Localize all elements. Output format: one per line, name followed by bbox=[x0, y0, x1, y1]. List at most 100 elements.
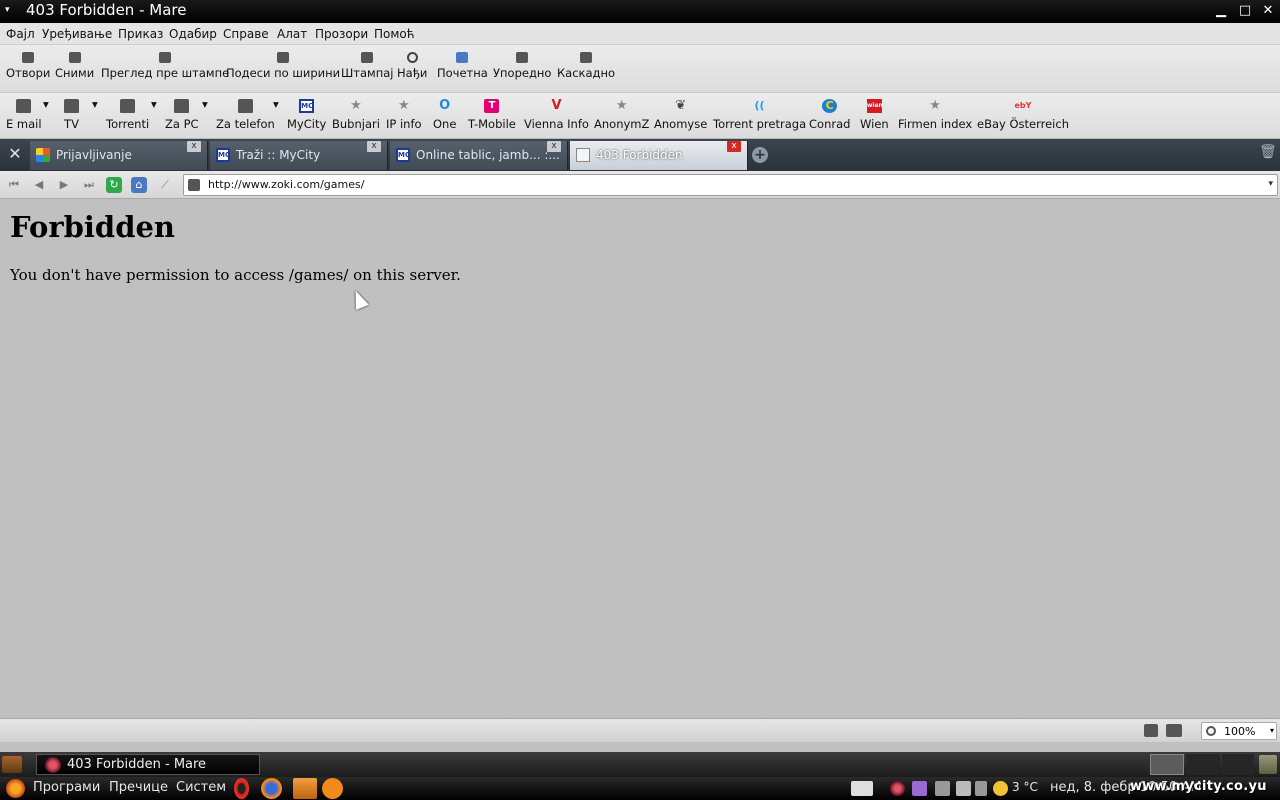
volume-tray-icon[interactable] bbox=[975, 781, 987, 796]
bookmark-torrenti-dropdown-icon[interactable]: ▾ bbox=[151, 97, 157, 135]
help-launcher-icon[interactable] bbox=[322, 778, 343, 799]
opera-tray-icon[interactable] bbox=[890, 781, 905, 796]
mail-launcher-icon[interactable] bbox=[293, 778, 317, 799]
menu-file[interactable]: Фајл bbox=[6, 27, 35, 41]
fit-width-label: Подеси по ширини bbox=[226, 66, 341, 80]
bookmark-tv[interactable]: TV bbox=[64, 97, 79, 135]
site-info-icon[interactable] bbox=[188, 179, 200, 191]
maximize-button[interactable]: □ bbox=[1236, 2, 1254, 20]
bookmark-za-telefon-dropdown-icon[interactable]: ▾ bbox=[273, 97, 279, 135]
network-icon[interactable] bbox=[1144, 724, 1158, 737]
tab-tools-icon[interactable]: ✕ bbox=[3, 144, 27, 168]
tab-close-icon[interactable]: x bbox=[187, 141, 201, 152]
bookmark-email-dropdown-icon[interactable]: ▾ bbox=[43, 97, 49, 135]
zoom-value: 100% bbox=[1224, 725, 1256, 738]
menu-edit[interactable]: Уређивање bbox=[42, 27, 112, 41]
menu-help[interactable]: Помоћ bbox=[374, 27, 415, 41]
menu-tools[interactable]: Справе bbox=[223, 27, 269, 41]
window-titlebar[interactable]: ▾ 403 Forbidden - Mare ▁ □ ✕ bbox=[0, 0, 1280, 23]
rewind-icon[interactable]: ⏮ bbox=[6, 177, 22, 193]
tab-prijavljivanje[interactable]: Prijavljivanje x bbox=[30, 141, 208, 170]
bookmark-bubnjari[interactable]: ★ Bubnjari bbox=[332, 97, 380, 135]
bookmark-za-pc[interactable]: Za PC bbox=[165, 97, 199, 135]
keyboard-tray-icon[interactable] bbox=[956, 781, 971, 796]
windows-tray-icon[interactable] bbox=[935, 781, 950, 796]
bookmark-za-pc-dropdown-icon[interactable]: ▾ bbox=[202, 97, 208, 135]
firefox-launcher-icon[interactable] bbox=[261, 778, 282, 799]
tab-close-icon[interactable]: x bbox=[727, 141, 741, 152]
camera-icon[interactable] bbox=[1166, 724, 1182, 737]
print-button[interactable]: Штампај bbox=[341, 50, 393, 90]
bookmark-email[interactable]: E mail bbox=[6, 97, 42, 135]
wand-icon[interactable]: ⟋ bbox=[157, 177, 173, 193]
settings-tray-icon[interactable] bbox=[912, 781, 927, 796]
ubuntu-logo-icon[interactable] bbox=[6, 779, 25, 798]
minimize-button[interactable]: ▁ bbox=[1212, 2, 1230, 20]
show-desktop-icon[interactable] bbox=[2, 756, 22, 773]
open-button[interactable]: Отвори bbox=[6, 50, 50, 90]
fit-width-button[interactable]: Подеси по ширини bbox=[226, 50, 340, 90]
bookmark-za-telefon[interactable]: Za telefon bbox=[216, 97, 275, 135]
find-button[interactable]: Нађи bbox=[397, 50, 427, 90]
save-button[interactable]: Сними bbox=[55, 50, 94, 90]
tab-trazi-mycity[interactable]: MC Traži :: MyCity x bbox=[210, 141, 388, 170]
bookmark-label: Firmen index bbox=[898, 117, 973, 131]
bookmark-anonymz[interactable]: ★ AnonymZ bbox=[594, 97, 649, 135]
bookmark-mycity[interactable]: MC MyCity bbox=[287, 97, 326, 135]
print-preview-label: Преглед пре штампе bbox=[101, 66, 230, 80]
address-field[interactable]: http://www.zoki.com/games/ ▾ bbox=[183, 174, 1278, 196]
home-label: Почетна bbox=[437, 66, 488, 80]
bookmark-torrenti[interactable]: Torrenti bbox=[106, 97, 149, 135]
skype-tray-icon[interactable] bbox=[851, 781, 873, 796]
home-nav-icon[interactable]: ⌂ bbox=[131, 177, 147, 193]
menu-applications[interactable]: Програми bbox=[33, 780, 100, 795]
zoom-control[interactable]: 100% ▾ bbox=[1201, 722, 1277, 740]
fast-forward-icon[interactable]: ⏭ bbox=[81, 177, 97, 193]
home-button[interactable]: Почетна bbox=[437, 50, 488, 90]
tile-button[interactable]: Упоредно bbox=[493, 50, 551, 90]
bookmark-one[interactable]: O One bbox=[433, 97, 456, 135]
tab-online-tablic[interactable]: MC Online tablic, jamb... :... x bbox=[390, 141, 568, 170]
window-menu-icon[interactable]: ▾ bbox=[5, 5, 10, 15]
forward-icon[interactable]: ▶ bbox=[56, 177, 72, 193]
workspace-2[interactable] bbox=[1186, 754, 1220, 775]
cascade-button[interactable]: Каскадно bbox=[557, 50, 615, 90]
back-icon[interactable]: ◀ bbox=[31, 177, 47, 193]
bookmark-ebay[interactable]: ebY eBay Österreich bbox=[977, 97, 1069, 135]
bookmark-vienna-info[interactable]: V Vienna Info bbox=[524, 97, 589, 135]
bookmark-tmobile[interactable]: T T-Mobile bbox=[468, 97, 516, 135]
bookmark-tv-dropdown-icon[interactable]: ▾ bbox=[92, 97, 98, 135]
menu-places[interactable]: Пречице bbox=[109, 780, 168, 795]
workspace-1[interactable] bbox=[1150, 754, 1184, 775]
menu-select[interactable]: Одабир bbox=[169, 27, 217, 41]
bookmark-label: MyCity bbox=[287, 117, 327, 131]
bookmark-wien[interactable]: wien Wien bbox=[860, 97, 889, 135]
taskbar-window-item[interactable]: 403 Forbidden - Mare bbox=[36, 754, 260, 775]
print-preview-button[interactable]: Преглед пре штампе bbox=[101, 50, 229, 90]
menu-system[interactable]: Систем bbox=[176, 780, 226, 795]
zoom-dropdown-icon[interactable]: ▾ bbox=[1270, 726, 1274, 735]
tab-close-icon[interactable]: x bbox=[547, 141, 561, 152]
reload-icon[interactable]: ↻ bbox=[106, 177, 122, 193]
trash-icon[interactable]: 🗑 bbox=[1259, 144, 1277, 164]
url-text[interactable]: http://www.zoki.com/games/ bbox=[208, 178, 364, 191]
address-dropdown-icon[interactable]: ▾ bbox=[1268, 179, 1273, 189]
menu-utilities[interactable]: Алат bbox=[277, 27, 307, 41]
cascade-label: Каскадно bbox=[557, 66, 616, 80]
opera-launcher-icon[interactable] bbox=[234, 778, 249, 799]
tab-close-icon[interactable]: x bbox=[367, 141, 381, 152]
bookmark-ip-info[interactable]: ★ IP info bbox=[386, 97, 422, 135]
zoom-icon bbox=[1206, 726, 1216, 736]
bookmark-torrent-pretraga[interactable]: ((Torrent pretraga bbox=[713, 97, 806, 135]
workspace-3[interactable] bbox=[1222, 754, 1254, 775]
menu-view[interactable]: Приказ bbox=[118, 27, 163, 41]
bookmark-conrad[interactable]: C Conrad bbox=[809, 97, 850, 135]
weather-icon[interactable] bbox=[993, 781, 1008, 796]
menu-windows[interactable]: Прозори bbox=[315, 27, 368, 41]
tab-403-forbidden[interactable]: 403 Forbidden x bbox=[570, 141, 748, 170]
new-tab-icon[interactable]: + bbox=[752, 147, 768, 163]
bookmark-anomyse[interactable]: ❦ Anomyse bbox=[654, 97, 707, 135]
desktop-trash-icon[interactable] bbox=[1259, 755, 1277, 774]
close-window-button[interactable]: ✕ bbox=[1259, 2, 1277, 20]
bookmark-firmen-index[interactable]: ★ Firmen index bbox=[898, 97, 972, 135]
